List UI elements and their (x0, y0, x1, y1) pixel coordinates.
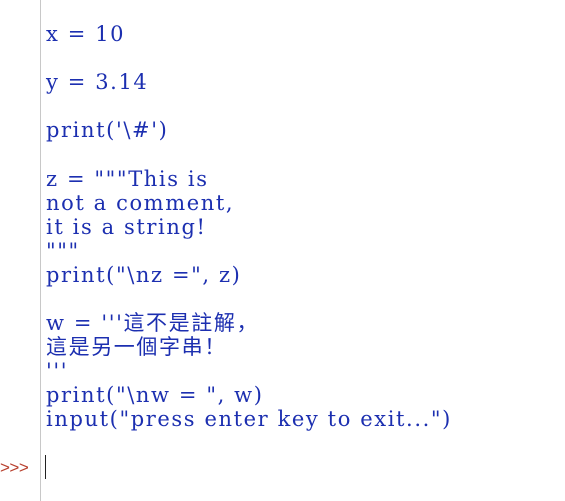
shell-prompt: >>> (0, 458, 29, 477)
code-line-z-end[interactable]: """ (46, 239, 80, 263)
code-line-w-end[interactable]: ''' (46, 359, 68, 383)
editor-gutter-divider (40, 0, 41, 501)
code-line-z-start[interactable]: z = """This is (46, 167, 209, 191)
code-line-x[interactable]: x = 10 (46, 22, 125, 46)
text-cursor[interactable] (45, 455, 46, 479)
code-line-print-z[interactable]: print("\nz =", z) (46, 263, 241, 287)
code-line-input[interactable]: input("press enter key to exit...") (46, 407, 452, 431)
code-line-print-w[interactable]: print("\nw = ", w) (46, 383, 264, 407)
code-line-print-hash[interactable]: print('\#') (46, 118, 168, 142)
code-line-y[interactable]: y = 3.14 (46, 70, 148, 94)
code-line-w-body[interactable]: 這是另一個字串！ (46, 335, 227, 359)
code-line-w-start[interactable]: w = '''這不是註解， (46, 311, 259, 335)
code-line-z-body-1[interactable]: not a comment, (46, 191, 234, 215)
code-editor[interactable]: x = 10 y = 3.14 print('\#') z = """This … (46, 0, 565, 501)
code-line-z-body-2[interactable]: it is a string! (46, 215, 207, 239)
